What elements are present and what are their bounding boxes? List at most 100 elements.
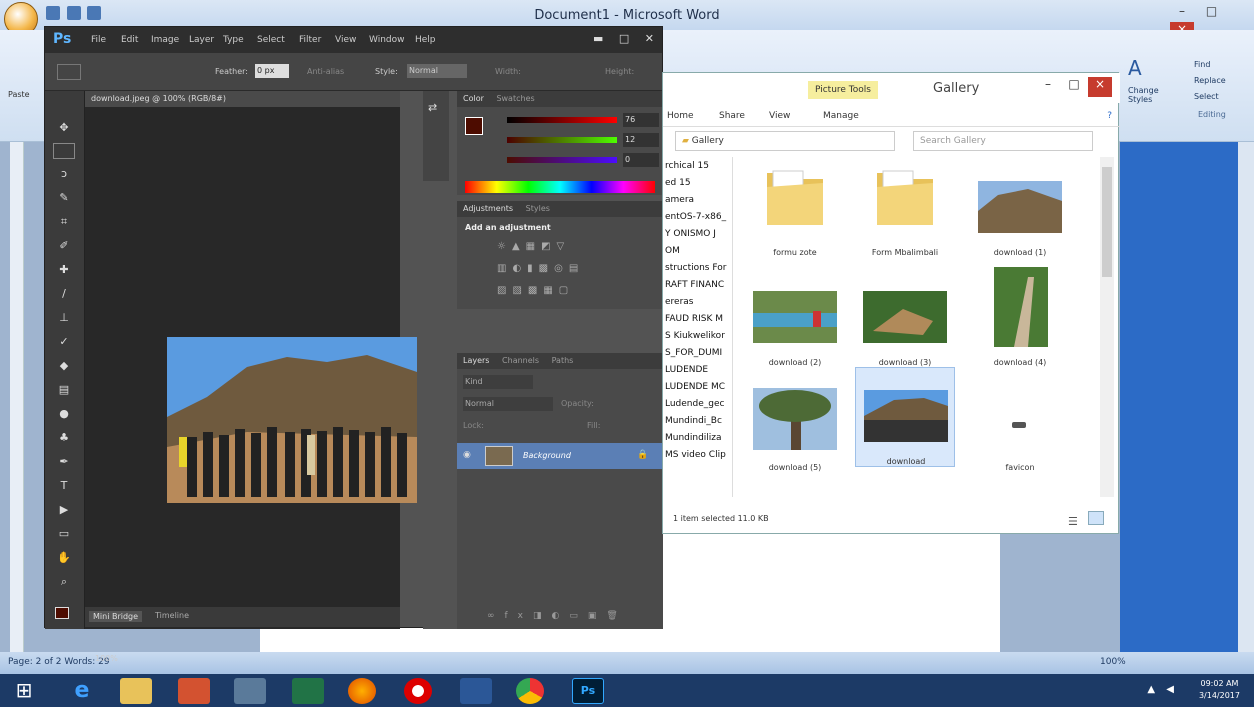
menu-window[interactable]: Window (369, 35, 405, 45)
menu-type[interactable]: Type (223, 35, 244, 45)
explorer-maximize-button[interactable]: □ (1062, 77, 1086, 97)
adjustment-icons-row-1[interactable]: ☼▲▦◩▽ (497, 241, 627, 253)
zoom-level[interactable]: 100% (1100, 657, 1126, 667)
undo-icon[interactable] (66, 6, 81, 20)
history-brush-icon[interactable]: ✓ (53, 335, 75, 351)
file-item[interactable]: download (1) (970, 157, 1070, 257)
history-panel-icon[interactable]: ⇄ (428, 101, 444, 117)
lasso-tool-icon[interactable]: ↄ (53, 167, 75, 183)
nav-item[interactable]: amera (665, 195, 694, 205)
ps-close-button[interactable]: ✕ (645, 32, 654, 45)
color-tab[interactable]: Color (463, 94, 484, 103)
eraser-tool-icon[interactable]: ◆ (53, 359, 75, 375)
healing-brush-icon[interactable]: ✚ (53, 263, 75, 279)
green-value[interactable]: 12 (623, 133, 659, 147)
opera-icon[interactable] (404, 678, 432, 704)
page-count[interactable]: Page: 2 of 2 (8, 657, 62, 667)
crop-tool-icon[interactable]: ⌗ (53, 215, 75, 231)
nav-item[interactable]: ereras (665, 297, 693, 307)
blur-tool-icon[interactable]: ● (53, 407, 75, 423)
nav-item[interactable]: FAUD RISK M (665, 314, 723, 324)
layers-tab[interactable]: Layers (463, 356, 489, 365)
change-styles-icon[interactable]: A (1128, 56, 1158, 82)
file-item[interactable]: download (5) (745, 372, 845, 472)
nav-item[interactable]: LUDENDE (665, 365, 708, 375)
color-spectrum[interactable] (465, 181, 655, 193)
shape-tool-icon[interactable]: ▭ (53, 527, 75, 543)
menu-select[interactable]: Select (257, 35, 285, 45)
menu-file[interactable]: File (91, 35, 106, 45)
foreground-color-swatch[interactable] (55, 607, 69, 619)
menu-filter[interactable]: Filter (299, 35, 321, 45)
menu-view[interactable]: View (335, 35, 356, 45)
photoshop-taskbar-icon[interactable]: Ps (572, 678, 604, 704)
file-item[interactable]: Form Mbalimbali (855, 157, 955, 257)
internet-explorer-icon[interactable]: e (66, 678, 98, 704)
menu-help[interactable]: Help (415, 35, 436, 45)
tab-view[interactable]: View (769, 111, 790, 121)
channels-tab[interactable]: Channels (502, 356, 539, 365)
red-slider[interactable] (507, 117, 617, 123)
explorer-close-button[interactable]: × (1088, 77, 1112, 97)
save-icon[interactable] (46, 6, 60, 20)
word-taskbar-icon[interactable] (460, 678, 492, 704)
move-tool-icon[interactable]: ✥ (53, 121, 75, 137)
large-icons-view-icon[interactable] (1087, 511, 1104, 525)
blue-value[interactable]: 0 (623, 153, 659, 167)
clock[interactable]: 09:02 AM 3/14/2017 (1199, 678, 1240, 702)
explorer-minimize-button[interactable]: – (1036, 77, 1060, 97)
file-item[interactable]: download (3) (855, 267, 955, 367)
picture-tools-tab[interactable]: Picture Tools (808, 81, 878, 99)
start-button[interactable]: ⊞ (8, 678, 40, 704)
quick-select-icon[interactable]: ✎ (53, 191, 75, 207)
address-bar[interactable]: ▰ Gallery (675, 131, 895, 151)
feather-input[interactable]: 0 px (255, 64, 289, 78)
foreground-color-chip[interactable] (465, 117, 483, 135)
file-item[interactable]: favicon (970, 372, 1070, 472)
file-item[interactable]: download (2) (745, 267, 845, 367)
blue-slider[interactable] (507, 157, 617, 163)
redo-icon[interactable] (87, 6, 101, 20)
nav-item[interactable]: OM (665, 246, 680, 256)
replace-button[interactable]: Replace (1194, 76, 1226, 85)
adjustment-icons-row-2[interactable]: ▥◐▮▩◎▤ (497, 263, 627, 275)
file-item-selected[interactable]: download (855, 367, 955, 467)
adjustments-tab[interactable]: Adjustments (463, 204, 513, 213)
clone-stamp-icon[interactable]: ⊥ (53, 311, 75, 327)
ps-minimize-button[interactable]: ▬ (593, 32, 603, 45)
maximize-button[interactable]: □ (1200, 4, 1224, 22)
explorer-scrollbar[interactable] (1100, 157, 1114, 497)
styles-tab[interactable]: Styles (526, 204, 550, 213)
green-slider[interactable] (507, 137, 617, 143)
antialias-checkbox[interactable]: Anti-alias (307, 67, 344, 76)
file-item[interactable]: formu zote (745, 157, 845, 257)
minimize-button[interactable]: – (1170, 4, 1194, 22)
zoom-tool-icon[interactable]: ⌕ (53, 575, 75, 591)
brush-tool-icon[interactable]: / (53, 287, 75, 303)
firefox-icon[interactable] (348, 678, 376, 704)
find-button[interactable]: Find (1194, 60, 1210, 69)
search-input[interactable]: Search Gallery (913, 131, 1093, 151)
document-tab[interactable]: download.jpeg @ 100% (RGB/8#) (85, 91, 400, 107)
nav-item[interactable]: entOS-7-x86_ (665, 212, 726, 222)
excel-icon[interactable] (292, 678, 324, 704)
layer-row-background[interactable]: ◉ Background 🔒 (457, 443, 663, 469)
layer-kind-filter[interactable]: Kind (463, 375, 533, 389)
marquee-tool-icon[interactable] (53, 143, 75, 159)
nav-item[interactable]: RAFT FINANC (665, 280, 724, 290)
details-view-icon[interactable]: ☰ (1068, 515, 1084, 529)
nav-item[interactable]: LUDENDE MC (665, 382, 725, 392)
chrome-icon[interactable] (516, 678, 544, 704)
tab-share[interactable]: Share (719, 111, 745, 121)
nav-item[interactable]: Mundindi_Bc (665, 416, 722, 426)
blend-mode-select[interactable]: Normal (463, 397, 553, 411)
paths-tab[interactable]: Paths (552, 356, 574, 365)
change-styles-button[interactable]: Change Styles (1128, 86, 1168, 104)
select-button[interactable]: Select (1194, 92, 1219, 101)
nav-item[interactable]: ed 15 (665, 178, 691, 188)
hand-tool-icon[interactable]: ✋ (53, 551, 75, 567)
menu-image[interactable]: Image (151, 35, 179, 45)
file-item[interactable]: download (4) (970, 267, 1070, 367)
nav-item[interactable]: MS video Clip (665, 450, 726, 460)
ps-maximize-button[interactable]: □ (619, 32, 629, 45)
